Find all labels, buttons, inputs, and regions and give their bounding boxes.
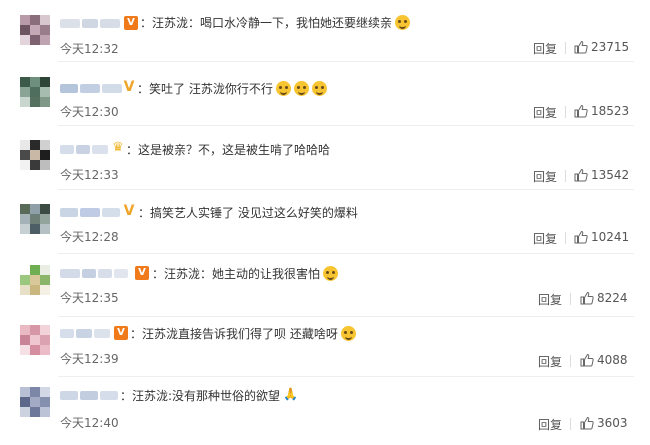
verified-v-icon: V [123,79,135,95]
comment-item: ：汪苏泷:没有那种世俗的欲望 今天12:40 回复 3603 [0,377,650,445]
thumbs-up-icon [574,40,588,54]
comment-item: V ：笑吐了 汪苏泷你行不行 今天12:30 回复 18523 [0,62,650,126]
reply-button[interactable]: 回复 [538,353,562,370]
comment-item: V ：汪苏泷：喝口水冷静一下，我怕她还要继续亲 今天12:32 回复 23715 [0,0,650,62]
praying-hands-icon [283,386,298,403]
reply-button[interactable]: 回复 [533,104,557,121]
divider [570,293,571,305]
divider [565,232,566,244]
reply-button[interactable]: 回复 [538,291,562,308]
username-blurred[interactable] [60,16,120,30]
comment-text: ：这是被亲？不，这是被生啃了哈哈哈 [126,143,331,157]
avatar[interactable] [20,325,50,355]
avatar[interactable] [20,15,50,45]
comment-text: ：汪苏泷：喝口水冷静一下，我怕她还要继续亲 [140,15,411,31]
reply-button[interactable]: 回复 [533,168,557,185]
avatar[interactable] [20,387,50,417]
timestamp: 今天12:39 [60,352,119,366]
reply-button[interactable]: 回复 [533,230,557,247]
thumbs-up-icon [580,416,594,430]
crown-badge-icon: ♛ [112,140,124,155]
thumbs-up-icon [580,291,594,305]
timestamp: 今天12:33 [60,168,119,182]
username-blurred[interactable] [60,205,120,219]
divider [565,106,566,118]
comment-list: V ：汪苏泷：喝口水冷静一下，我怕她还要继续亲 今天12:32 回复 23715… [0,0,650,445]
avatar[interactable] [20,204,50,234]
laughing-face-icon [293,81,309,96]
avatar[interactable] [20,140,50,170]
laughing-face-icon [275,81,291,96]
comment-item: V ：汪苏泷直接告诉我们得了呗 还藏啥呀 今天12:39 回复 4088 [0,317,650,377]
laughing-face-icon [311,81,327,96]
laughing-face-icon [323,266,339,281]
timestamp: 今天12:35 [60,291,119,305]
reply-button[interactable]: 回复 [533,40,557,57]
comment-text: ：搞笑艺人实锤了 没见过这么好笑的爆料 [138,206,358,220]
username-blurred[interactable] [60,326,110,340]
comment-text: ：汪苏泷：她主动的让我很害怕 [152,266,339,282]
thumbs-up-icon [580,353,594,367]
divider [565,170,566,182]
comment-text: ：汪苏泷直接告诉我们得了呗 还藏啥呀 [130,326,356,342]
timestamp: 今天12:28 [60,230,119,244]
thumbs-up-icon [574,104,588,118]
reply-button[interactable]: 回复 [538,416,562,433]
username-blurred[interactable] [60,81,122,95]
comment-item: V ：汪苏泷：她主动的让我很害怕 今天12:35 回复 8224 [0,254,650,317]
timestamp: 今天12:30 [60,105,119,119]
verified-v-icon: V [123,203,135,219]
timestamp: 今天12:40 [60,416,119,430]
avatar[interactable] [20,77,50,107]
divider [570,418,571,430]
username-blurred[interactable] [60,388,118,402]
comment-item: ♛ ：这是被亲？不，这是被生啃了哈哈哈 今天12:33 回复 13542 [0,126,650,190]
comment-text: ：汪苏泷:没有那种世俗的欲望 [120,386,298,404]
verified-v-icon: V [135,266,149,280]
username-blurred[interactable] [60,266,128,280]
avatar[interactable] [20,265,50,295]
laughing-face-icon [340,326,356,341]
verified-v-icon: V [114,326,128,340]
laughing-face-icon [395,15,411,30]
comment-text: ：笑吐了 汪苏泷你行不行 [137,81,327,97]
timestamp: 今天12:32 [60,42,119,56]
divider [565,42,566,54]
verified-v-icon: V [124,16,138,30]
thumbs-up-icon [574,230,588,244]
thumbs-up-icon [574,168,588,182]
username-blurred[interactable] [60,142,108,156]
divider [570,355,571,367]
comment-item: V ：搞笑艺人实锤了 没见过这么好笑的爆料 今天12:28 回复 10241 [0,190,650,254]
